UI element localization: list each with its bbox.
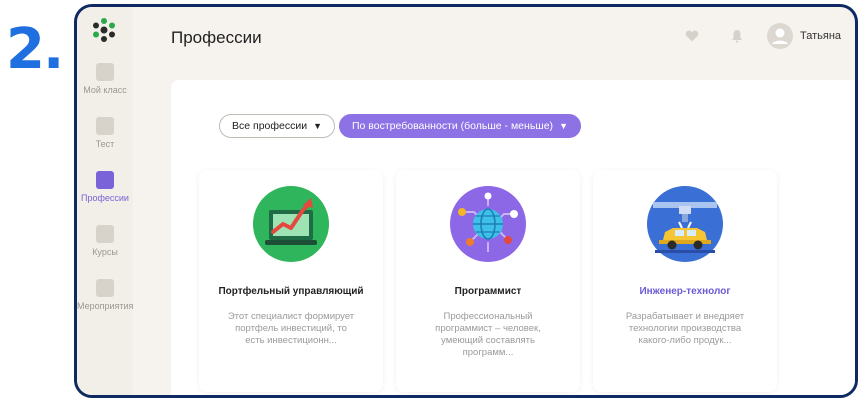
sidebar-item-professions[interactable]: Профессии (77, 171, 133, 203)
professions-icon (96, 171, 114, 189)
heart-icon[interactable] (685, 30, 699, 42)
car-factory-icon (647, 186, 723, 262)
card-title: Портфельный управляющий (218, 286, 364, 297)
profession-card[interactable]: Портфельный управляющий Этот специалист … (199, 170, 383, 392)
card-title: Программист (454, 286, 522, 297)
dropdown-label: По востребованности (больше - меньше) (352, 120, 554, 132)
sidebar-item-label: Мероприятия (77, 301, 134, 311)
card-description: Этот специалист формирует портфель инвес… (227, 311, 355, 346)
dropdown-label: Все профессии (232, 120, 308, 132)
user-icon (772, 28, 788, 44)
sidebar-item-label: Мой класс (83, 85, 127, 95)
sort-dropdown[interactable]: По востребованности (больше - меньше) ▼ (339, 114, 581, 138)
growth-chart-icon (253, 186, 329, 262)
bell-icon[interactable] (731, 29, 743, 43)
sidebar-item-events[interactable]: Мероприятия (77, 279, 133, 311)
chevron-down-icon: ▼ (313, 121, 323, 131)
content-panel: Все профессии ▼ По востребованности (боль… (171, 80, 855, 395)
page-title: Профессии (171, 28, 262, 47)
user-name[interactable]: Татьяна (800, 30, 841, 42)
card-description: Профессиональный программист – человек, … (435, 311, 541, 358)
sidebar-item-my-class[interactable]: Мой класс (77, 63, 133, 95)
card-description: Разрабатывает и внедряет технологии прои… (625, 311, 745, 346)
header-actions: Татьяна (655, 21, 855, 51)
courses-icon (96, 225, 114, 243)
sidebar-item-label: Профессии (81, 193, 129, 203)
all-professions-dropdown[interactable]: Все профессии ▼ (219, 114, 336, 138)
avatar[interactable] (767, 23, 793, 49)
chevron-down-icon: ▼ (559, 121, 568, 131)
card-title: Инженер-технолог (639, 286, 731, 297)
sidebar-item-label: Курсы (92, 247, 118, 257)
calendar-icon (96, 279, 114, 297)
sidebar-item-label: Тест (95, 139, 115, 149)
sidebar: Мой класс Тест Профессии Курсы Мероприят… (77, 7, 133, 395)
profession-card[interactable]: Инженер-технолог Разрабатывает и внедряе… (593, 170, 777, 392)
sidebar-item-courses[interactable]: Курсы (77, 225, 133, 257)
logo-icon (93, 18, 115, 42)
sidebar-item-test[interactable]: Тест (77, 117, 133, 149)
test-icon (96, 117, 114, 135)
school-icon (96, 63, 114, 81)
step-number: 2. (6, 17, 64, 82)
globe-network-icon (450, 186, 526, 262)
profession-card[interactable]: Программист Профессиональный программист… (396, 170, 580, 392)
app-window: Мой класс Тест Профессии Курсы Мероприят… (74, 4, 858, 398)
